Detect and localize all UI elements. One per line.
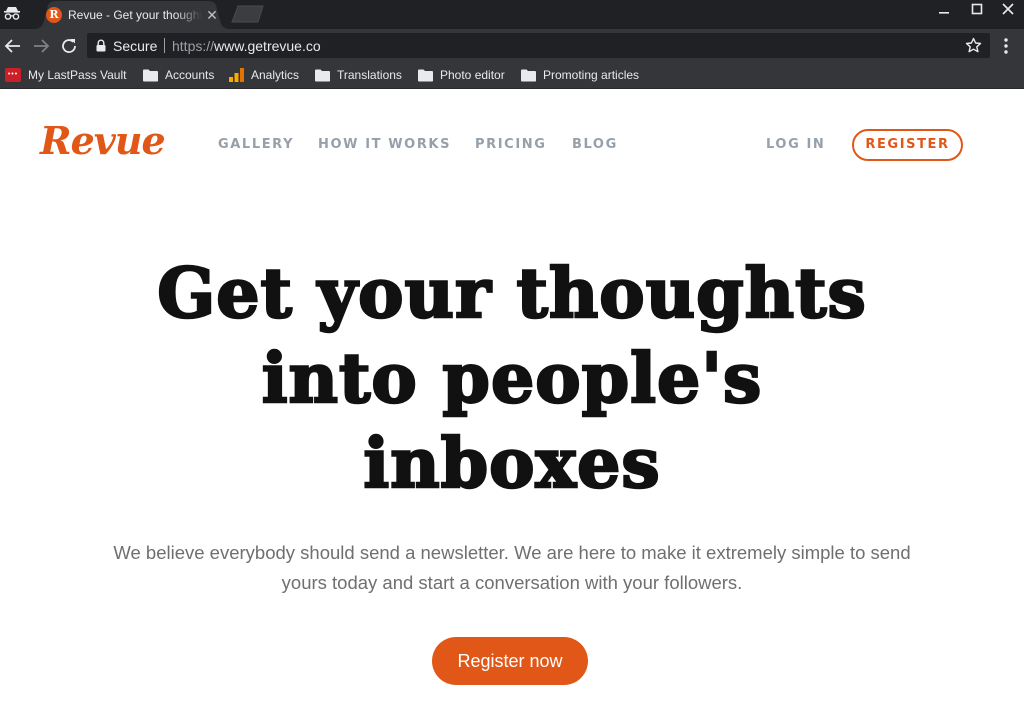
hero-subheading: We believe everybody should send a newsl…	[60, 538, 964, 598]
nav-gallery[interactable]: GALLERY	[218, 137, 294, 152]
bookmark-star-icon[interactable]	[965, 37, 982, 54]
url-host: www.getrevue.co	[214, 38, 321, 54]
register-button[interactable]: REGISTER	[852, 129, 963, 161]
subheading-line-2: yours today and start a conversation wit…	[281, 572, 743, 593]
nav-pricing[interactable]: PRICING	[475, 137, 547, 152]
bookmark-label: Analytics	[251, 68, 300, 82]
bookmark-analytics[interactable]: Analytics	[229, 66, 299, 84]
browser-menu-icon[interactable]	[998, 36, 1014, 56]
url-scheme: https://	[172, 38, 215, 54]
bookmark-translations[interactable]: Translations	[315, 66, 402, 84]
url-text[interactable]: https://www.getrevue.co	[172, 38, 321, 54]
folder-icon	[143, 69, 158, 81]
forward-arrow-icon[interactable]	[30, 35, 52, 57]
bookmark-photo-editor[interactable]: Photo editor	[418, 66, 505, 84]
bookmark-promoting-articles[interactable]: Promoting articles	[521, 66, 639, 84]
bookmark-label: Promoting articles	[543, 68, 640, 82]
tab-title: Revue - Get your thoughts into people's …	[68, 8, 202, 22]
secure-label: Secure	[113, 38, 158, 54]
back-arrow-icon[interactable]	[2, 35, 24, 57]
bookmark-label: My LastPass Vault	[28, 68, 127, 82]
folder-icon	[521, 69, 536, 81]
revue-favicon-icon: R	[46, 7, 62, 23]
register-now-button[interactable]: Register now	[432, 637, 588, 685]
browser-titlebar: R Revue - Get your thoughts into people'…	[0, 0, 1024, 29]
hero-line-1: Get your thoughts	[156, 253, 867, 336]
tab-close-icon[interactable]: ✕	[204, 7, 220, 23]
omnibox-divider	[164, 38, 165, 53]
incognito-icon	[4, 7, 20, 20]
bookmark-lastpass-vault[interactable]: ••• My LastPass Vault	[5, 66, 126, 84]
bookmark-label: Accounts	[165, 68, 215, 82]
bookmarks-bar: ••• My LastPass Vault Accounts Analytics…	[0, 62, 1024, 89]
nav-log-in[interactable]: LOG IN	[766, 137, 825, 152]
folder-icon	[418, 69, 433, 81]
address-bar[interactable]: Secure https://www.getrevue.co	[87, 33, 990, 58]
window-close-icon[interactable]	[993, 0, 1023, 24]
nav-how-it-works[interactable]: HOW IT WORKS	[318, 137, 451, 152]
hero-line-3: inboxes	[362, 423, 661, 506]
lastpass-icon: •••	[5, 68, 21, 82]
window-maximize-icon[interactable]	[962, 0, 992, 24]
browser-toolbar: Secure https://www.getrevue.co	[0, 29, 1024, 62]
new-tab-button[interactable]	[230, 5, 266, 23]
hero-line-2: into people's	[260, 338, 763, 421]
reload-icon[interactable]	[58, 35, 80, 57]
lock-icon	[96, 39, 106, 52]
bookmark-label: Photo editor	[440, 68, 505, 82]
bookmark-accounts[interactable]: Accounts	[143, 66, 214, 84]
hero-heading: Get your thoughts into people's inboxes	[30, 252, 994, 507]
window-minimize-icon[interactable]	[929, 0, 959, 24]
browser-tab-active[interactable]: R Revue - Get your thoughts into people'…	[34, 1, 230, 29]
analytics-icon	[229, 68, 244, 82]
revue-homepage: Revue GALLERY HOW IT WORKS PRICING BLOG …	[0, 90, 1024, 720]
subheading-line-1: We believe everybody should send a newsl…	[113, 542, 911, 563]
nav-blog[interactable]: BLOG	[572, 137, 618, 152]
bookmark-label: Translations	[337, 68, 402, 82]
revue-logo[interactable]: Revue	[40, 118, 166, 163]
folder-icon	[315, 69, 330, 81]
